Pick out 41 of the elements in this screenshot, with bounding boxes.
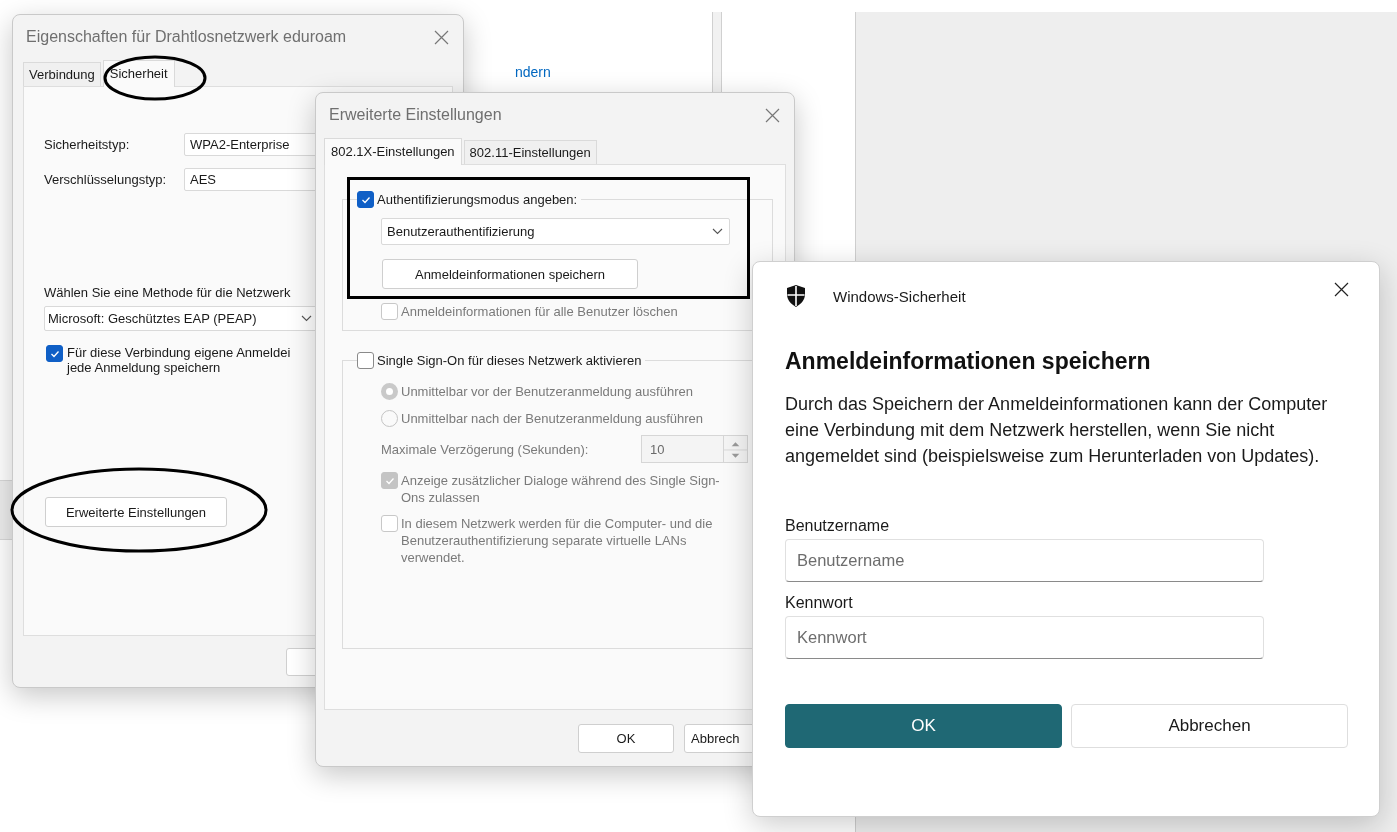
- cancel-button[interactable]: Abbrechen: [1071, 704, 1348, 748]
- close-icon[interactable]: [1334, 281, 1349, 297]
- shield-icon: [785, 284, 807, 308]
- tab[interactable]: Sicherheit: [102, 60, 175, 87]
- dialog-description: Durch das Speichern der Anmeldeinformationen kann der Computer eine Verbindung mit dem Netzwerk herstellen, wenn Sie nicht angemeldet sind (beispielsweise zum Herunterladen von Updates).: [785, 393, 1329, 468]
- window-title: Eigenschaften für Drahtlosnetzwerk eduroam: [26, 28, 347, 46]
- delay-label: Maximale Verzögerung (Sekunden):: [381, 441, 590, 457]
- tab[interactable]: 802.11-Einstellungen: [463, 140, 597, 164]
- app-name: Windows-Sicherheit: [833, 287, 967, 305]
- spinner-arrows-icon: [723, 436, 747, 462]
- tab[interactable]: 802.1X-Einstellungen: [324, 138, 462, 165]
- input-field[interactable]: Kennwort: [785, 616, 1264, 659]
- auth-mode-dropdown[interactable]: Benutzerauthentifizierung: [381, 218, 730, 245]
- input-field[interactable]: Benutzername: [785, 539, 1264, 582]
- checkbox[interactable]: [357, 352, 374, 369]
- advanced-settings-button[interactable]: Erweiterte Einstellungen: [45, 497, 227, 527]
- save-credentials-button[interactable]: Anmeldeinformationen speichern: [382, 259, 638, 289]
- checkbox-label: Für diese Verbindung eigene Anmeldei jede Anmeldung speichern: [67, 345, 291, 375]
- checkbox-label: Single Sign-On für dieses Netzwerk aktivieren: [377, 353, 642, 368]
- checkbox-label: Anzeige zusätzlicher Dialoge während des Single Sign-Ons zulassen: [401, 472, 721, 506]
- settings-link[interactable]: ndern: [515, 64, 551, 80]
- field-label: Sicherheitstyp:: [44, 137, 131, 152]
- checkbox-label: Authentifizierungsmodus angeben:: [377, 192, 578, 207]
- method-label: Wählen Sie eine Methode für die Netzwerk: [44, 285, 292, 300]
- radio-label: Unmittelbar vor der Benutzeranmeldung ausführen: [401, 384, 693, 399]
- dialog-heading: Anmeldeinformationen speichern: [785, 348, 1152, 375]
- checkbox-label: Anmeldeinformationen für alle Benutzer löschen: [401, 304, 678, 319]
- radio-label: Unmittelbar nach der Benutzeranmeldung ausführen: [401, 411, 704, 426]
- tab[interactable]: Verbindung: [23, 62, 101, 86]
- checkbox[interactable]: [46, 345, 63, 362]
- checkbox[interactable]: [357, 191, 374, 208]
- field-label: Kennwort: [785, 594, 854, 612]
- checkbox-label: In diesem Netzwerk werden für die Computer- und die Benutzerauthentifizierung separate virtuelle LANs verwendet.: [401, 515, 714, 566]
- field-label: Verschlüsselungstyp:: [44, 172, 168, 187]
- field-label: Benutzername: [785, 517, 891, 535]
- ok-button[interactable]: OK: [785, 704, 1062, 748]
- chevron-down-icon: [301, 315, 312, 322]
- dialog-button[interactable]: OK: [578, 723, 674, 753]
- window-title: Erweiterte Einstellungen: [329, 106, 502, 124]
- chevron-down-icon: [712, 228, 723, 235]
- method-dropdown[interactable]: Microsoft: Geschütztes EAP (PEAP): [44, 306, 317, 331]
